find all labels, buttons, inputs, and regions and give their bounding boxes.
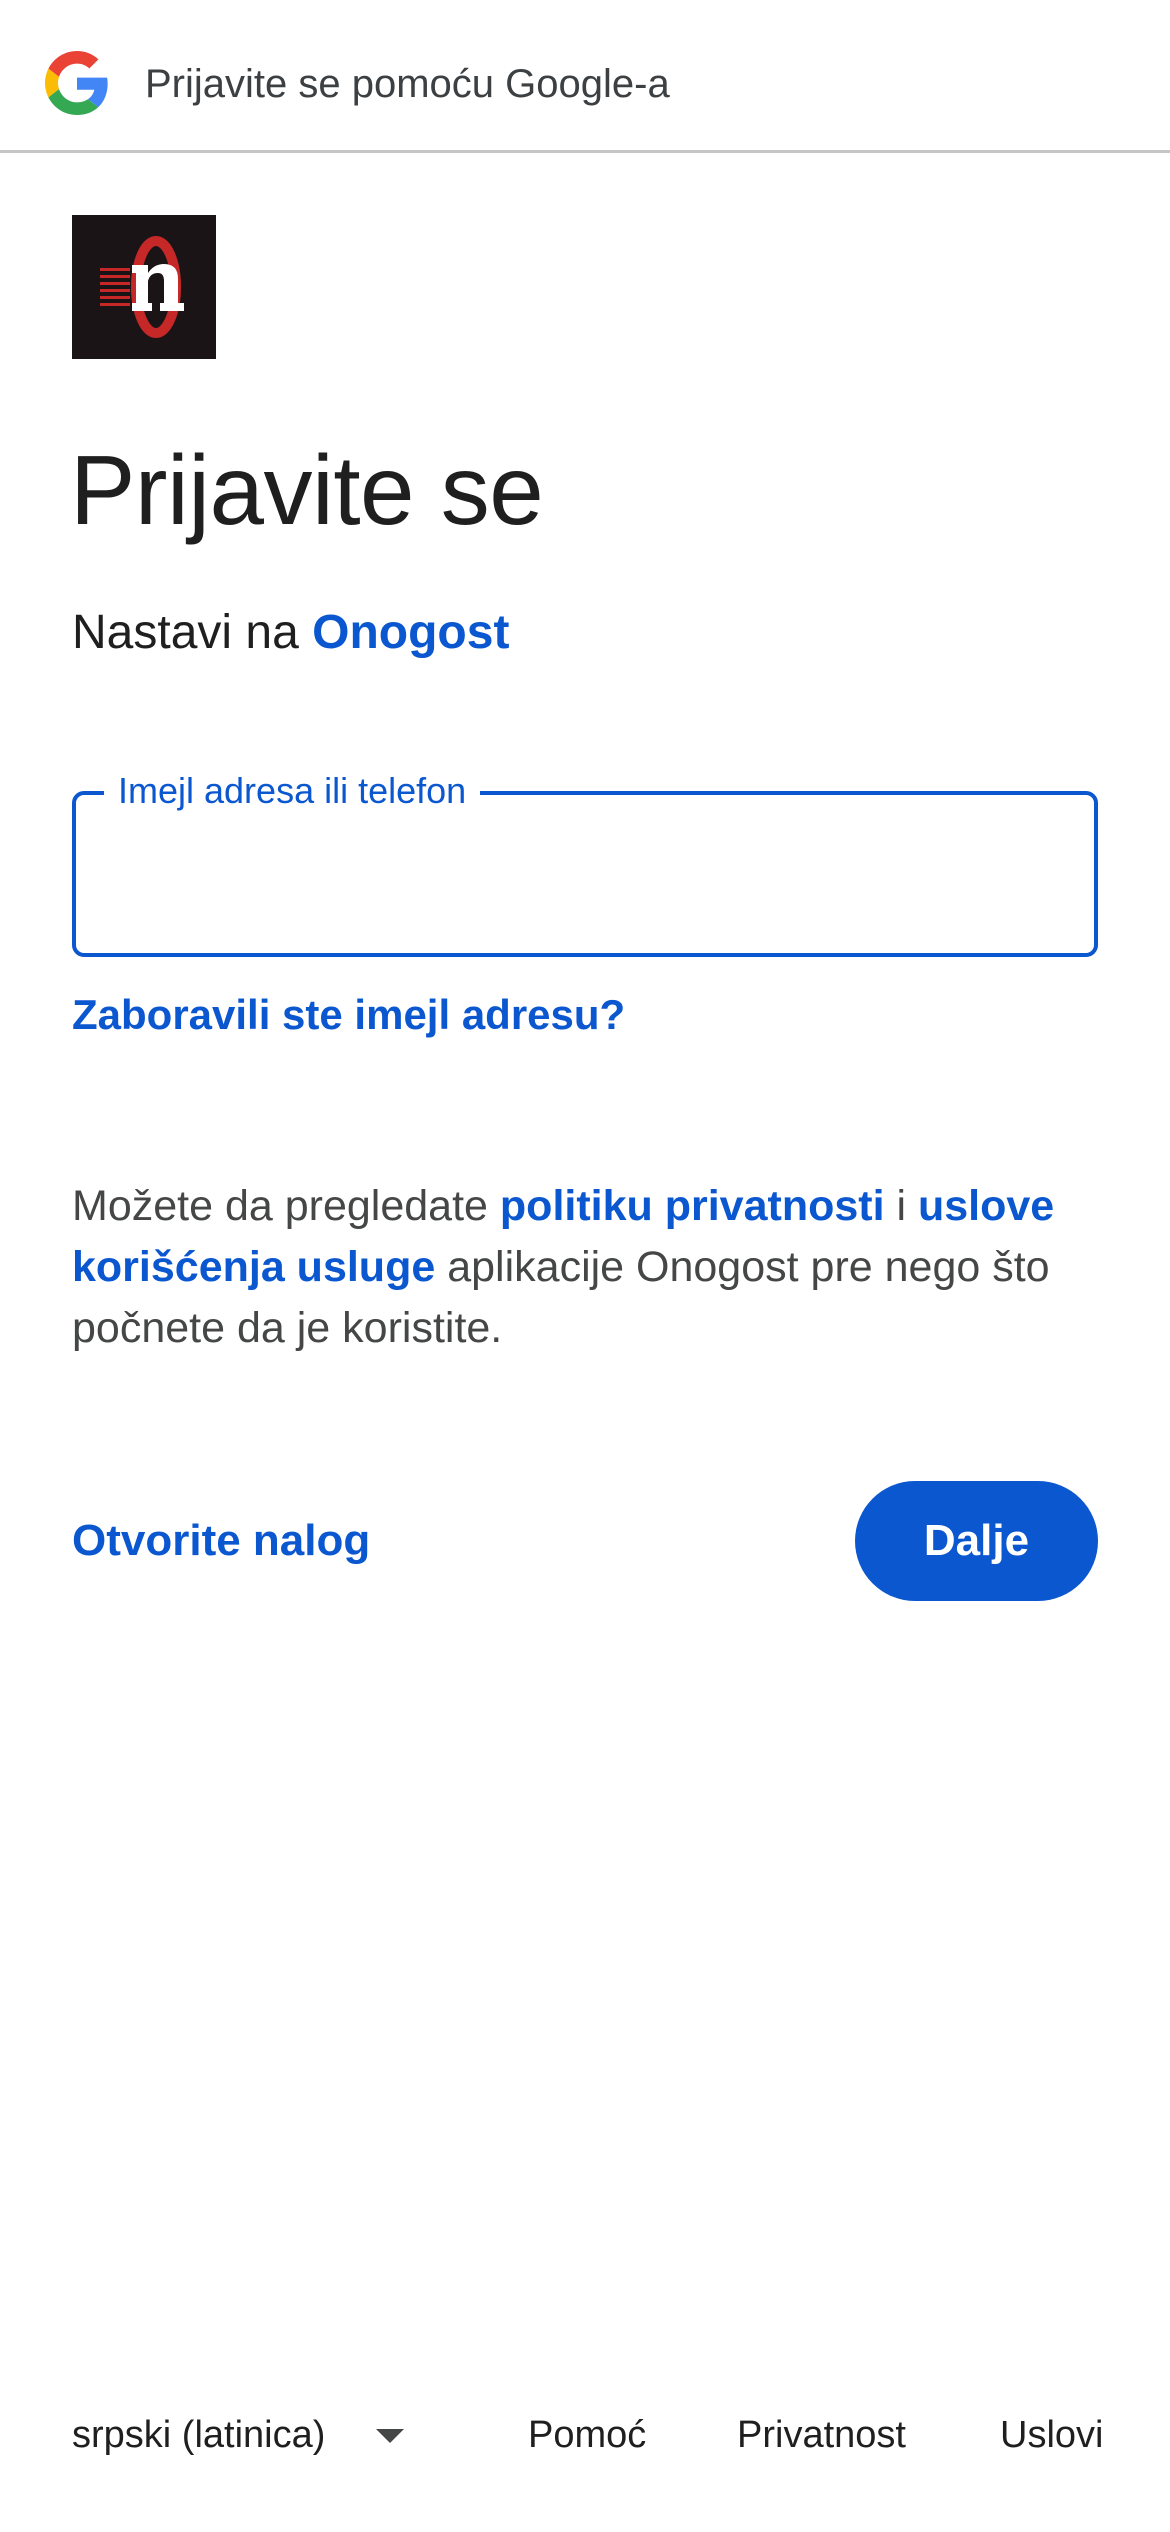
google-g-icon [45,51,108,115]
email-input[interactable] [112,835,1056,917]
policy-text-1: Možete da pregledate [72,1182,500,1230]
email-field-label: Imejl adresa ili telefon [104,767,481,815]
terms-link[interactable]: Uslovi [1000,2400,1103,2470]
footer: srpski (latinica) Pomoć Privatnost Uslov… [0,2400,1170,2470]
onogost-logo-graphic [72,215,216,359]
page-title: Prijavite se [70,435,544,545]
language-selector[interactable]: srpski (latinica) [72,2400,325,2470]
help-link[interactable]: Pomoć [528,2400,646,2470]
email-field[interactable]: Imejl adresa ili telefon [72,767,1098,957]
create-account-link[interactable]: Otvorite nalog [72,1512,370,1570]
onogost-logo-icon [72,215,216,359]
subtitle-prefix: Nastavi na [72,606,299,659]
language-label: srpski (latinica) [72,2414,326,2456]
policy-text-2: i [884,1182,918,1230]
app-name-link[interactable]: Onogost [312,606,509,659]
next-button[interactable]: Dalje [855,1481,1098,1601]
chevron-down-icon[interactable] [376,2429,404,2443]
privacy-link[interactable]: Privatnost [737,2400,906,2470]
forgot-email-link[interactable]: Zaboravili ste imejl adresu? [72,987,625,1043]
policy-text: Možete da pregledate politiku privatnost… [72,1176,1112,1359]
header-title: Prijavite se pomoću Google-a [145,62,670,106]
continue-to-text: Nastavi na Onogost [72,603,509,663]
top-bar: Prijavite se pomoću Google-a [0,0,1170,153]
privacy-policy-link[interactable]: politiku privatnosti [500,1182,885,1230]
